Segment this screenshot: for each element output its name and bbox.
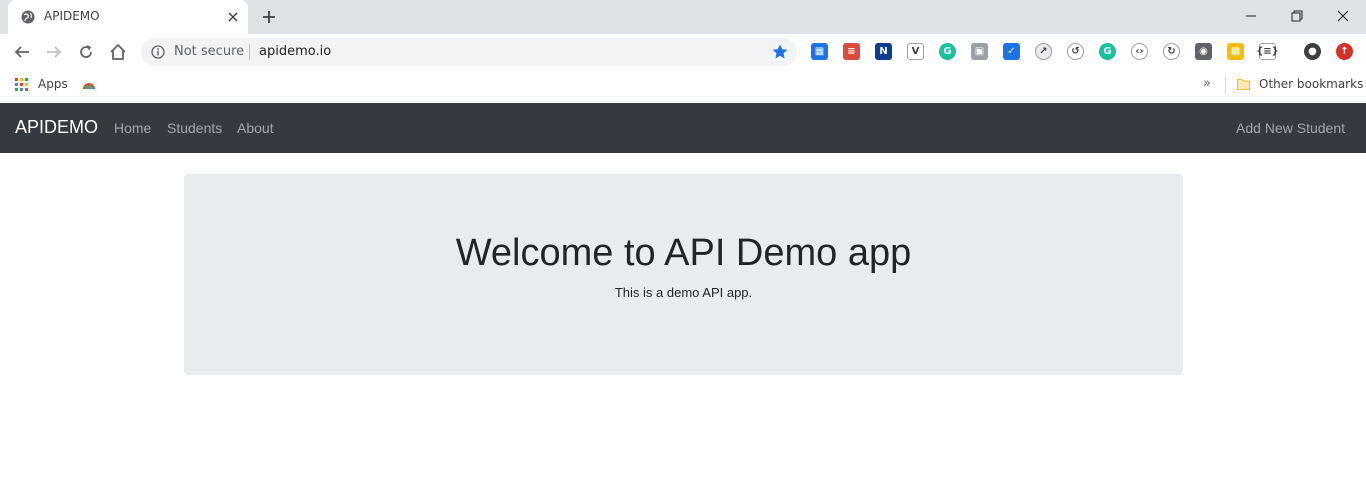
bookmarks-overflow-button[interactable]: »	[1203, 76, 1211, 91]
profile-avatar-icon[interactable]: ●	[1304, 43, 1321, 60]
browser-tab[interactable]: APIDEMO	[8, 0, 248, 34]
rainbow-bookmark-icon[interactable]	[82, 77, 96, 91]
page-subtitle: This is a demo API app.	[614, 285, 753, 300]
new-tab-icon[interactable]	[260, 8, 278, 26]
ext-update-icon[interactable]: ↑	[1336, 43, 1353, 60]
security-label[interactable]: Not secure	[174, 44, 244, 59]
site-navbar: APIDEMO Home Students About Add New Stud…	[0, 103, 1366, 153]
ext-photo-icon[interactable]: ▣	[971, 43, 988, 60]
other-bookmarks-folder[interactable]: Other bookmarks	[1259, 77, 1363, 91]
browser-toolbar: Not secure apidemo.io ▦ ≡ N V G ▣ ✓ ↗ ↺ G ‹› ↻ ◉ ▩ {≡}…	[0, 34, 1366, 70]
close-tab-icon[interactable]	[226, 10, 240, 24]
ext-history-icon[interactable]: ↺	[1067, 43, 1084, 60]
ext-grammarly-icon[interactable]: G	[939, 43, 956, 60]
ext-pulse-icon[interactable]: ↗	[1035, 43, 1052, 60]
forward-arrow-icon	[47, 46, 62, 58]
folder-icon	[1237, 79, 1250, 90]
ext-shield-icon[interactable]: ✓	[1003, 43, 1020, 60]
ext-bulb-icon[interactable]: ◉	[1195, 43, 1212, 60]
ext-grammar-g-icon[interactable]: G	[1099, 43, 1116, 60]
forward-button[interactable]	[43, 41, 65, 63]
ext-tiles-icon[interactable]: ▦	[811, 43, 828, 60]
minimize-button[interactable]	[1228, 0, 1274, 32]
reload-button[interactable]	[75, 41, 97, 63]
tab-title: APIDEMO	[44, 9, 100, 23]
ext-todoist-icon[interactable]: ≡	[843, 43, 860, 60]
back-arrow-icon	[14, 46, 29, 58]
reload-icon	[80, 45, 92, 58]
ext-news-icon[interactable]: N	[875, 43, 892, 60]
minimize-icon	[1246, 15, 1256, 17]
tab-strip: APIDEMO	[0, 0, 1366, 34]
welcome-jumbotron: Welcome to API Demo app This is a demo A…	[184, 174, 1183, 375]
nav-home-link[interactable]: Home	[114, 120, 151, 136]
restore-icon	[1291, 10, 1303, 22]
ext-vee-icon[interactable]: V	[907, 43, 924, 60]
nav-about-link[interactable]: About	[237, 120, 274, 136]
url-text[interactable]: apidemo.io	[259, 44, 331, 59]
apps-bookmark[interactable]: Apps	[38, 77, 68, 91]
home-button[interactable]	[107, 41, 129, 63]
close-window-button[interactable]	[1320, 0, 1366, 32]
ext-json-icon[interactable]: {≡}	[1256, 43, 1279, 60]
close-window-icon	[1337, 10, 1349, 22]
page-title: Welcome to API Demo app	[455, 232, 912, 274]
back-button[interactable]	[11, 41, 33, 63]
info-icon[interactable]	[151, 45, 165, 59]
nav-students-link[interactable]: Students	[167, 120, 222, 136]
home-icon	[110, 43, 126, 60]
bookmark-star-icon[interactable]	[771, 43, 789, 61]
globe-icon	[21, 10, 35, 24]
omnibox-separator	[249, 44, 250, 60]
bookmarks-bar: Apps » Other bookmarks	[0, 70, 1366, 102]
restore-button[interactable]	[1274, 0, 1320, 32]
apps-grid-icon[interactable]	[15, 78, 28, 91]
bookmarks-separator	[1225, 76, 1226, 94]
address-bar[interactable]: Not secure apidemo.io	[141, 38, 797, 66]
ext-palette-icon[interactable]: ▩	[1227, 43, 1244, 60]
site-brand[interactable]: APIDEMO	[15, 117, 98, 138]
add-new-student-link[interactable]: Add New Student	[1236, 120, 1345, 136]
ext-refresh-icon[interactable]: ↻	[1163, 43, 1180, 60]
ext-code-icon[interactable]: ‹›	[1131, 43, 1148, 60]
